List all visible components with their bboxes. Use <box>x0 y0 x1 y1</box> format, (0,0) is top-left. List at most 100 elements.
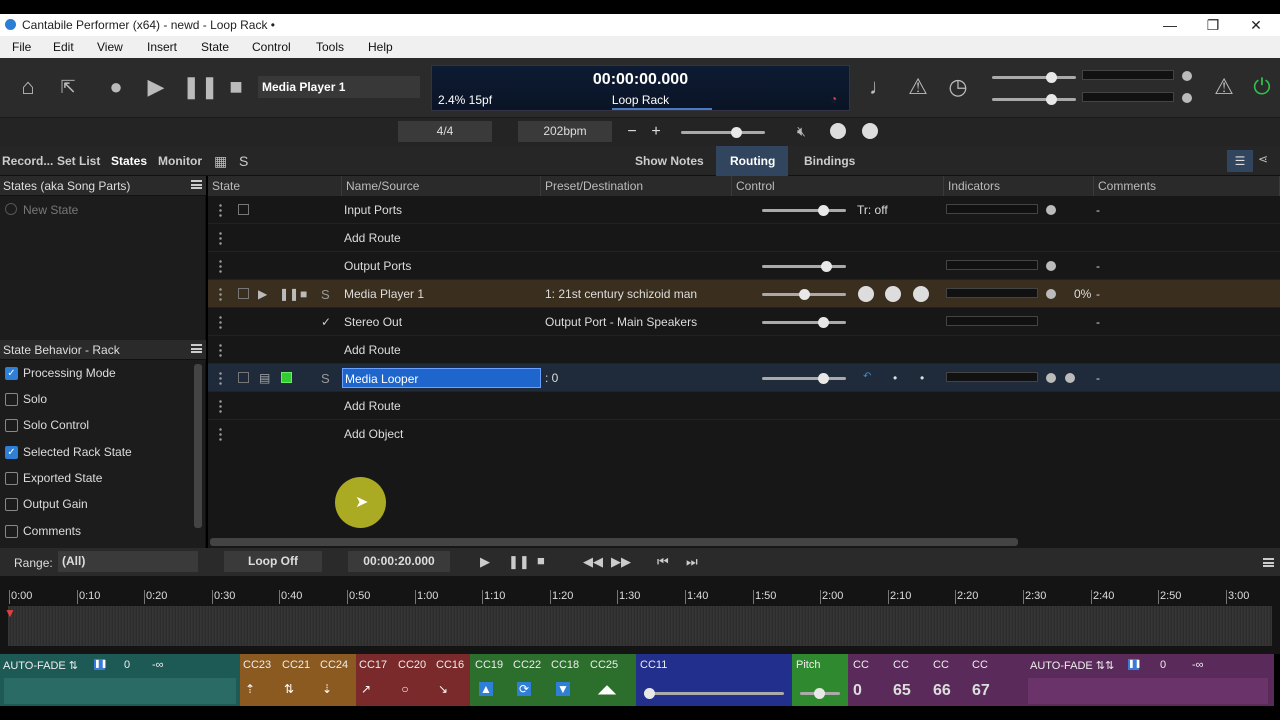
media-play-icon[interactable]: ▶ <box>480 554 490 570</box>
split-icon[interactable]: ◢◣ <box>594 682 620 696</box>
playhead-marker-icon[interactable]: ▼ <box>4 606 16 620</box>
drag-handle-icon[interactable] <box>219 399 222 413</box>
diag-arrow-icon[interactable]: ↗ <box>359 682 373 696</box>
close-button[interactable]: ✕ <box>1246 16 1266 34</box>
drag-handle-icon[interactable] <box>219 315 222 329</box>
drag-handle-icon[interactable] <box>219 427 222 441</box>
arrows-updown-icon[interactable]: ⇅ <box>282 682 296 696</box>
tab-routing[interactable]: Routing <box>730 154 775 168</box>
list-view-icon[interactable]: ☰ <box>1227 150 1253 172</box>
menu-control[interactable]: Control <box>252 40 291 54</box>
tempo-increase-button[interactable]: + <box>646 121 666 142</box>
row-preset[interactable]: : 0 <box>545 371 558 385</box>
selected-rack-state-checkbox[interactable]: ✓ <box>5 446 18 459</box>
media-stop-icon[interactable]: ■ <box>537 553 545 568</box>
metronome-icon[interactable]: ⚠ <box>904 72 932 102</box>
row-play-icon[interactable]: ▶ <box>258 287 267 301</box>
timeline[interactable]: 0:00 0:10 0:20 0:30 0:40 0:50 1:00 1:10 1:20 1:30… <box>0 576 1280 654</box>
drag-handle-icon[interactable] <box>219 231 222 245</box>
autofade-left-block[interactable]: AUTO-FADE ⇅ ❚❚ 0 -∞ <box>0 654 240 706</box>
note-icon[interactable]: ♩ <box>866 72 894 102</box>
mute-icon[interactable]: 🔇︎ <box>797 123 806 140</box>
row-name[interactable]: Stereo Out <box>344 315 402 329</box>
fast-forward-icon[interactable]: ▶▶ <box>611 554 631 570</box>
media-pause-icon[interactable]: ❚❚ <box>508 554 530 570</box>
gain-slider[interactable] <box>762 317 846 328</box>
table-row[interactable]: Add Route <box>208 224 1280 252</box>
tempo-decrease-button[interactable]: − <box>622 121 642 142</box>
collapse-icon[interactable] <box>238 288 249 299</box>
cc-value-a[interactable]: 0 <box>853 682 862 700</box>
menu-file[interactable]: File <box>12 40 31 54</box>
master-gain-slider[interactable] <box>992 72 1076 83</box>
collapse-icon[interactable] <box>238 204 249 215</box>
play-button[interactable]: ▶ <box>142 72 170 102</box>
looper-dot-icon[interactable]: • <box>893 371 897 385</box>
grid-view-icon[interactable]: ▦ <box>214 153 227 170</box>
row-name[interactable]: Input Ports <box>344 203 402 217</box>
row-name[interactable]: Media Looper <box>345 372 418 386</box>
pitch-knob[interactable] <box>913 286 929 302</box>
nudge-knob[interactable] <box>862 123 878 139</box>
drag-handle-icon[interactable] <box>219 259 222 273</box>
skip-start-icon[interactable]: ⏮ <box>657 554 669 570</box>
menu-help[interactable]: Help <box>368 40 393 54</box>
pause-small-icon[interactable]: ❚❚ <box>94 659 107 670</box>
comments-checkbox[interactable] <box>5 525 18 538</box>
gain-slider[interactable] <box>762 261 846 272</box>
exported-state-checkbox[interactable] <box>5 472 18 485</box>
collapse-icon[interactable] <box>238 372 249 383</box>
table-row[interactable]: Add Route <box>208 392 1280 420</box>
processing-mode-checkbox[interactable]: ✓ <box>5 367 18 380</box>
cc-value-b[interactable]: 65 <box>893 682 911 700</box>
autofade-left-bar[interactable] <box>4 678 236 704</box>
tab-states[interactable]: States <box>111 154 147 168</box>
table-row[interactable]: ▤ S Media Looper : 0 ↶ • • - <box>208 364 1280 392</box>
row-stop-icon[interactable]: ■ <box>300 287 307 301</box>
drag-handle-icon[interactable] <box>219 371 222 385</box>
cc11-slider[interactable] <box>644 688 784 699</box>
restore-button[interactable]: ❐ <box>1203 16 1223 34</box>
tempo-field[interactable]: 202bpm <box>518 121 612 142</box>
looper-dot-icon-2[interactable]: • <box>920 371 924 385</box>
arrow-up-icon[interactable]: ⇡ <box>243 682 257 696</box>
pause-button[interactable]: ❚❚ <box>182 72 219 102</box>
row-name[interactable]: Add Object <box>344 427 403 441</box>
loop-icon[interactable]: ⟳ <box>517 682 531 696</box>
gain-slider[interactable] <box>762 205 846 216</box>
power-icon[interactable]: ⏻ <box>1248 72 1276 102</box>
menu-state[interactable]: State <box>201 40 229 54</box>
col-indicators[interactable]: Indicators <box>944 176 1094 196</box>
tab-monitor[interactable]: Monitor <box>158 154 202 168</box>
menu-insert[interactable]: Insert <box>147 40 177 54</box>
behavior-scrollbar[interactable] <box>194 364 202 528</box>
row-name[interactable]: Add Route <box>344 343 401 357</box>
row-pause-icon[interactable]: ❚❚ <box>279 287 299 301</box>
menu-tools[interactable]: Tools <box>316 40 344 54</box>
drag-handle-icon[interactable] <box>219 287 222 301</box>
transpose-text[interactable]: Tr: off <box>857 203 888 217</box>
table-row[interactable]: Output Ports - <box>208 252 1280 280</box>
new-state-item[interactable]: New State <box>23 203 78 217</box>
master-gain-slider-2[interactable] <box>992 94 1076 105</box>
time-signature-field[interactable]: 4/4 <box>398 121 492 142</box>
name-edit-field[interactable]: Media Looper <box>342 368 541 388</box>
row-name[interactable]: Add Route <box>344 399 401 413</box>
triangle-down-icon[interactable]: ▼ <box>556 682 570 696</box>
looper-active-led[interactable] <box>281 372 292 383</box>
solo-control-checkbox[interactable] <box>5 419 18 432</box>
grid-scrollbar[interactable] <box>210 538 1018 546</box>
behavior-menu-icon[interactable] <box>191 344 202 353</box>
tempo-slider[interactable] <box>681 127 765 138</box>
col-control[interactable]: Control <box>732 176 944 196</box>
table-row[interactable]: Add Object <box>208 420 1280 448</box>
solo-icon[interactable]: S <box>321 371 330 386</box>
media-player-selector[interactable]: Media Player 1 <box>258 76 420 98</box>
show-notes-button[interactable]: Show Notes <box>635 154 704 168</box>
tab-record[interactable]: Record... <box>2 154 53 168</box>
solo-checkbox[interactable] <box>5 393 18 406</box>
gain-slider[interactable] <box>762 289 846 300</box>
row-preset[interactable]: 1: 21st century schizoid man <box>545 287 697 301</box>
stop-button[interactable]: ■ <box>222 72 250 102</box>
col-comments[interactable]: Comments <box>1094 176 1280 196</box>
